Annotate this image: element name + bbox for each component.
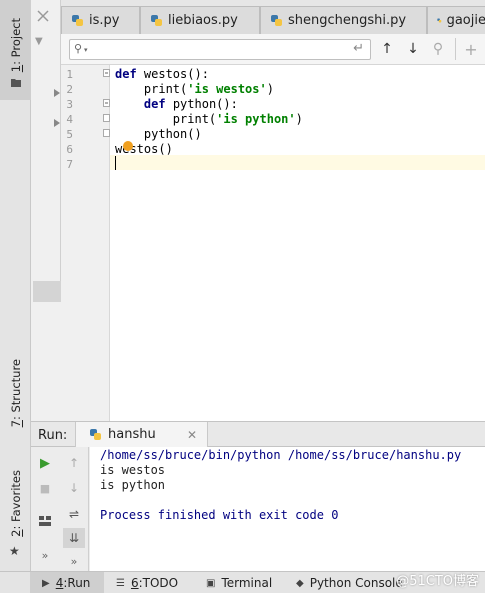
tab-gaojie[interactable]: gaojie (427, 6, 485, 34)
layout-icon (39, 516, 51, 526)
console-line: /home/ss/bruce/bin/python /home/ss/bruce… (100, 448, 462, 462)
scroll-down-button[interactable]: ↓ (63, 478, 85, 498)
todo-tool-tab[interactable]: ☰ 6: TODO (116, 572, 178, 593)
code-line-5: python() (115, 127, 202, 141)
tab-label: shengchengshi.py (288, 13, 407, 28)
close-icon[interactable]: ✕ (187, 428, 197, 442)
structure-tab-number: 7 (8, 419, 23, 428)
search-input[interactable]: ⚲ ▾ ↵ (69, 39, 371, 60)
run-tool-tab[interactable]: ▶ 4: Run (30, 572, 104, 593)
restore-layout-button[interactable] (34, 511, 56, 531)
console-line: Process finished with exit code 0 (100, 508, 339, 522)
project-tab-label: Project (8, 17, 23, 58)
todo-tab-text: TODO (142, 576, 179, 590)
favorites-tool-tab[interactable]: 2: Favorites ★ (0, 462, 31, 562)
run-title: Run: (38, 428, 68, 443)
run-tab-text: Run (67, 576, 91, 590)
star-icon: ★ (9, 544, 20, 558)
tab-shengchengshi-py[interactable]: shengchengshi.py (260, 6, 427, 34)
code-editor[interactable]: 1 2 3 4 5 6 7 def westos(): print('is we… (54, 65, 485, 421)
code-line-4: print('is python') (115, 112, 303, 126)
line-number: 7 (66, 158, 73, 171)
terminal-tool-tab[interactable]: ▣ Terminal (206, 572, 272, 593)
line-gutter: 1 2 3 4 5 6 7 (61, 65, 110, 421)
python-icon: ◆ (296, 577, 304, 589)
python-console-tool-tab[interactable]: ◆ Python Console (296, 572, 403, 593)
left-tool-strip: 1: Project 7: Structure 2: Favorites ★ (0, 0, 31, 571)
play-icon: ▶ (42, 577, 50, 589)
list-icon: ☰ (116, 577, 125, 589)
run-tab-number: 4 (55, 576, 64, 590)
run-marker-icon (54, 119, 60, 127)
python-file-icon (271, 15, 282, 26)
more-icon[interactable]: » (34, 545, 56, 565)
code-line-1: def westos(): (115, 67, 209, 81)
editor-tab-bar: is.py liebiaos.py shengchengshi.py gaoji… (37, 0, 485, 34)
project-panel-collapsed: ▼ (31, 0, 61, 421)
run-marker-icon (54, 89, 60, 97)
fold-end-icon[interactable] (103, 129, 110, 137)
python-file-icon (437, 18, 442, 23)
console-line: is westos (100, 463, 166, 477)
intention-bulb-icon[interactable] (123, 141, 133, 151)
tab-liebiaos-py[interactable]: liebiaos.py (140, 6, 260, 34)
project-tool-tab[interactable]: 1: Project (0, 0, 31, 100)
add-occurrence-button[interactable]: + (463, 40, 479, 59)
terminal-icon: ▣ (206, 577, 216, 589)
text-caret (115, 156, 116, 170)
scroll-to-end-button[interactable]: ⇊ (63, 528, 85, 548)
scroll-up-button[interactable]: ↑ (63, 453, 85, 473)
fold-icon[interactable] (103, 99, 110, 107)
tab-label: is.py (89, 13, 120, 28)
python-run-icon (90, 429, 101, 440)
line-number: 2 (66, 83, 73, 96)
line-number: 3 (66, 98, 73, 111)
search-icon[interactable]: ⚲ (74, 42, 82, 55)
rerun-button[interactable]: ▶ (34, 453, 56, 473)
line-number: 6 (66, 143, 73, 156)
favorites-tab-label: Favorites (8, 469, 23, 522)
line-number: 4 (66, 113, 73, 126)
python-file-icon (72, 15, 83, 26)
find-bar: ⚲ ▾ ↵ ↑ ↓ ⚲ + (61, 34, 485, 65)
collapse-arrow-icon[interactable]: ▼ (35, 36, 43, 47)
watermark: @51CTO博客 (396, 574, 479, 589)
tab-label: gaojie (446, 13, 485, 28)
stop-button[interactable]: ■ (34, 478, 56, 498)
tab-is-py[interactable]: is.py (61, 6, 140, 34)
find-options-icon[interactable]: ⚲ (430, 41, 446, 57)
tab-label: liebiaos.py (168, 13, 238, 28)
python-file-icon (151, 15, 162, 26)
fold-icon[interactable] (103, 69, 110, 77)
run-tab-label: hanshu (108, 427, 156, 442)
console-line: is python (100, 478, 166, 492)
run-toolbar: ▶ ■ » ↑ ↓ ⇌ ⇊ » (31, 447, 89, 571)
previous-occurrence-button[interactable]: ↑ (379, 41, 395, 57)
favorites-tab-number: 2 (8, 529, 23, 537)
code-line-3: def python(): (143, 97, 238, 111)
search-history-icon[interactable]: ▾ (84, 46, 88, 54)
current-line-highlight (110, 155, 485, 170)
next-occurrence-button[interactable]: ↓ (405, 41, 421, 57)
more-icon[interactable]: » (63, 551, 85, 571)
line-number: 1 (66, 68, 73, 81)
enter-icon[interactable]: ↵ (353, 41, 364, 56)
code-line-2: print('is westos') (115, 82, 274, 96)
terminal-tab-text: Terminal (221, 576, 273, 590)
folder-icon (11, 79, 21, 87)
run-console[interactable]: /home/ss/bruce/bin/python /home/ss/bruce… (90, 447, 485, 571)
structure-tool-tab[interactable]: 7: Structure (0, 352, 31, 434)
run-panel-header: Run: hanshu ✕ (31, 421, 485, 447)
soft-wrap-button[interactable]: ⇌ (63, 504, 85, 524)
line-number: 5 (66, 128, 73, 141)
fold-end-icon[interactable] (103, 114, 110, 122)
structure-tab-label: Structure (8, 358, 23, 413)
todo-tab-number: 6 (130, 576, 139, 590)
project-tab-number: 1 (8, 64, 23, 73)
python-console-tab-text: Python Console (309, 576, 403, 590)
recent-files-icon[interactable] (37, 10, 49, 22)
run-config-tab[interactable]: hanshu ✕ (75, 422, 208, 447)
